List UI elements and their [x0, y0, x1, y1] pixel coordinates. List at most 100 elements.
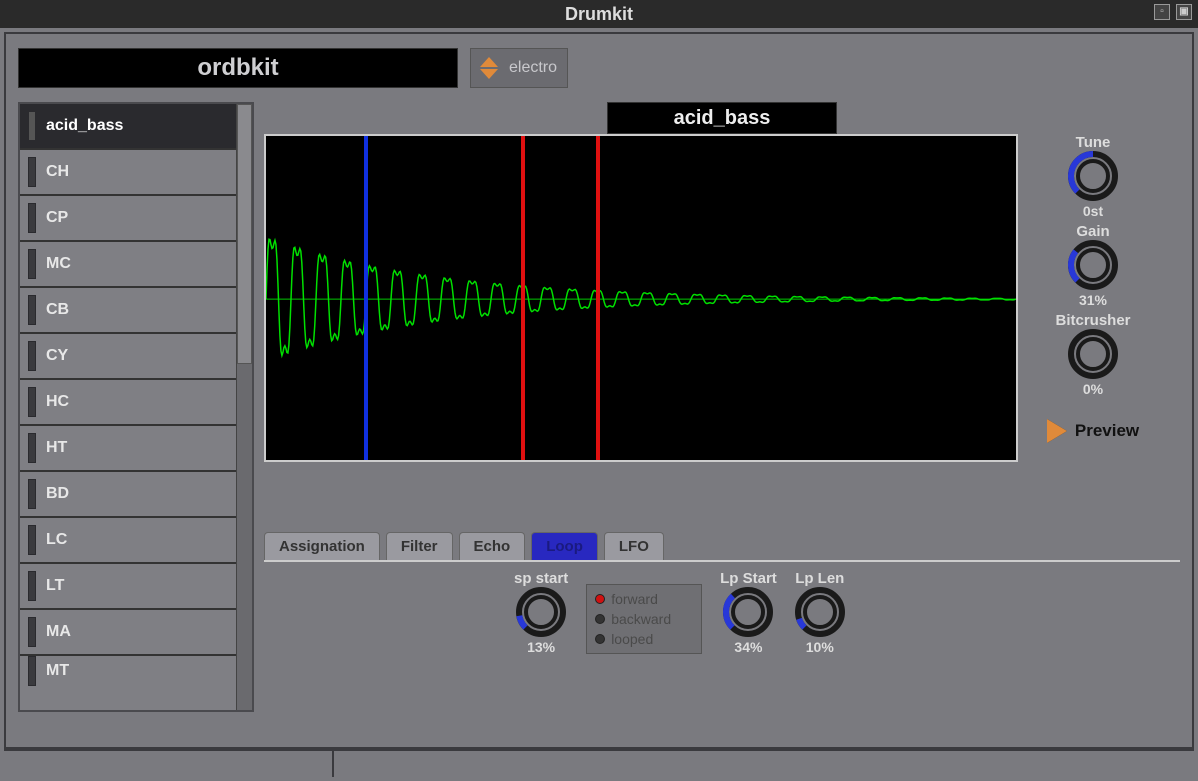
waveform-display[interactable] — [264, 134, 1018, 462]
radio-label: looped — [611, 631, 653, 647]
radio-dot-icon — [595, 614, 605, 624]
bitcrusher-knob-block: Bitcrusher 0% — [1055, 312, 1130, 397]
sp-start-label: sp start — [514, 570, 568, 587]
kit-name-display[interactable]: ordbkit — [18, 48, 458, 88]
sidebar-scrollbar[interactable] — [236, 104, 252, 710]
header-row: ordbkit electro — [18, 48, 1180, 88]
window-maximize-button[interactable]: ▣ — [1176, 4, 1192, 20]
start-marker[interactable] — [364, 136, 368, 460]
sidebar-item-mc[interactable]: MC — [20, 242, 236, 288]
preset-label: electro — [509, 59, 557, 77]
sidebar-item-label: BD — [46, 485, 69, 503]
radio-label: forward — [611, 591, 658, 607]
app-window: Drumkit ▫ ▣ ordbkit electro — [0, 0, 1198, 781]
direction-radiogroup[interactable]: forward backward looped — [586, 584, 702, 654]
preset-selector[interactable]: electro — [470, 48, 568, 88]
sidebar-item-lt[interactable]: LT — [20, 564, 236, 610]
bitcrusher-knob[interactable] — [1068, 329, 1118, 379]
tab-filter[interactable]: Filter — [386, 532, 453, 560]
sidebar-item-ch[interactable]: CH — [20, 150, 236, 196]
sp-start-block: sp start 13% — [514, 570, 568, 655]
radio-dot-icon — [595, 634, 605, 644]
preset-spinner[interactable] — [477, 53, 501, 83]
gain-knob[interactable] — [1068, 240, 1118, 290]
radio-label: backward — [611, 611, 671, 627]
sidebar-item-label: CP — [46, 209, 68, 227]
sample-name-display[interactable]: acid_bass — [607, 102, 837, 134]
lp-start-block: Lp Start 34% — [720, 570, 777, 655]
middle-row: acid_bass CH CP MC CB CY HC HT BD LC LT MA MT acid_b… — [18, 102, 1180, 712]
knob-column: Tune 0st Gain 31% — [1028, 134, 1158, 462]
sidebar-item-cy[interactable]: CY — [20, 334, 236, 380]
sidebar-item-lc[interactable]: LC — [20, 518, 236, 564]
tune-knob[interactable] — [1068, 151, 1118, 201]
lp-start-label: Lp Start — [720, 570, 777, 587]
sidebar-item-label: MA — [46, 623, 71, 641]
lp-start-knob[interactable] — [723, 587, 773, 637]
sidebar-item-label: acid_bass — [46, 117, 123, 135]
sidebar-item-ht[interactable]: HT — [20, 426, 236, 472]
sidebar-item-hc[interactable]: HC — [20, 380, 236, 426]
waveform-svg — [266, 136, 1016, 462]
sidebar-item-label: HC — [46, 393, 69, 411]
sp-start-knob[interactable] — [516, 587, 566, 637]
bitcrusher-value: 0% — [1083, 381, 1103, 397]
play-icon — [1047, 419, 1067, 443]
sidebar-item-cp[interactable]: CP — [20, 196, 236, 242]
gain-value: 31% — [1079, 292, 1107, 308]
sample-name-text: acid_bass — [674, 107, 771, 130]
loop-end-marker[interactable] — [596, 136, 600, 460]
gain-knob-block: Gain 31% — [1068, 223, 1118, 308]
radio-dot-icon — [595, 594, 605, 604]
main-area: acid_bass Tune — [264, 102, 1180, 712]
sp-start-value: 13% — [527, 639, 555, 655]
sidebar: acid_bass CH CP MC CB CY HC HT BD LC LT MA MT — [18, 102, 254, 712]
direction-option-backward[interactable]: backward — [595, 611, 671, 627]
preview-button[interactable]: Preview — [1047, 419, 1139, 443]
sidebar-item-label: LC — [46, 531, 67, 549]
arrow-up-icon[interactable] — [480, 57, 498, 67]
sidebar-item-cb[interactable]: CB — [20, 288, 236, 334]
tab-echo[interactable]: Echo — [459, 532, 526, 560]
sidebar-item-label: MC — [46, 255, 71, 273]
lp-len-label: Lp Len — [795, 570, 844, 587]
tab-assignation[interactable]: Assignation — [264, 532, 380, 560]
main-frame: ordbkit electro acid_bass CH CP MC CB CY HC HT B… — [4, 32, 1194, 749]
waveform-row: Tune 0st Gain 31% — [264, 134, 1180, 462]
tab-lfo[interactable]: LFO — [604, 532, 664, 560]
sidebar-item-label: MT — [46, 662, 69, 680]
loop-start-marker[interactable] — [521, 136, 525, 460]
loop-panel: sp start 13% forward backward looped Lp St… — [264, 562, 1180, 655]
sample-header: acid_bass — [264, 102, 1180, 134]
lp-len-value: 10% — [806, 639, 834, 655]
lp-len-knob[interactable] — [795, 587, 845, 637]
sample-list[interactable]: acid_bass CH CP MC CB CY HC HT BD LC LT MA MT — [20, 104, 236, 710]
sidebar-item-ma[interactable]: MA — [20, 610, 236, 656]
outer-frame: ordbkit electro acid_bass CH CP MC CB CY HC HT B… — [0, 28, 1198, 781]
titlebar[interactable]: Drumkit ▫ ▣ — [0, 0, 1198, 28]
kit-name-text: ordbkit — [197, 54, 278, 82]
tune-knob-block: Tune 0st — [1068, 134, 1118, 219]
scrollbar-thumb[interactable] — [237, 104, 252, 364]
preview-label: Preview — [1075, 421, 1139, 441]
tab-loop[interactable]: Loop — [531, 532, 598, 560]
window-minimize-button[interactable]: ▫ — [1154, 4, 1170, 20]
sidebar-item-bd[interactable]: BD — [20, 472, 236, 518]
sidebar-item-label: CY — [46, 347, 68, 365]
gain-label: Gain — [1076, 223, 1109, 240]
lp-start-value: 34% — [734, 639, 762, 655]
direction-option-looped[interactable]: looped — [595, 631, 671, 647]
tune-label: Tune — [1076, 134, 1111, 151]
status-segment — [4, 751, 334, 777]
direction-option-forward[interactable]: forward — [595, 591, 671, 607]
tune-value: 0st — [1083, 203, 1103, 219]
tab-bar: AssignationFilterEchoLoopLFO — [264, 532, 1180, 562]
bitcrusher-label: Bitcrusher — [1055, 312, 1130, 329]
sidebar-item-acid_bass[interactable]: acid_bass — [20, 104, 236, 150]
status-bar — [4, 749, 1194, 777]
window-title: Drumkit — [565, 4, 633, 25]
arrow-down-icon[interactable] — [480, 69, 498, 79]
sidebar-item-mt[interactable]: MT — [20, 656, 236, 686]
window-controls: ▫ ▣ — [1154, 4, 1192, 20]
lp-len-block: Lp Len 10% — [795, 570, 845, 655]
